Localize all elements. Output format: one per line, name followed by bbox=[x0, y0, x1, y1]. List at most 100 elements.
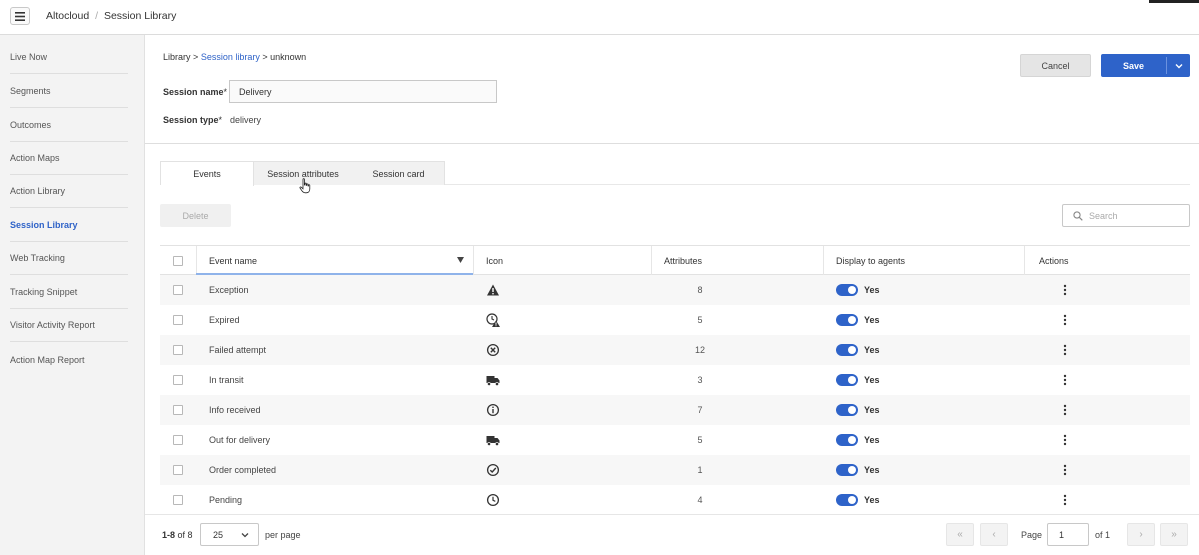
more-actions-icon[interactable] bbox=[1060, 493, 1070, 507]
attributes-count: 8 bbox=[697, 285, 703, 295]
section-divider bbox=[145, 143, 1199, 144]
display-to-agents-toggle[interactable] bbox=[836, 344, 858, 356]
table-row[interactable]: Exception 8 Yes bbox=[160, 275, 1190, 305]
display-to-agents-toggle[interactable] bbox=[836, 464, 858, 476]
table-row[interactable]: Pending 4 Yes bbox=[160, 485, 1190, 515]
display-to-agents-toggle[interactable] bbox=[836, 404, 858, 416]
tabs-divider bbox=[445, 184, 1190, 185]
tab-events[interactable]: Events bbox=[161, 162, 254, 186]
save-options-dropdown[interactable] bbox=[1167, 54, 1190, 77]
next-page-button[interactable]: › bbox=[1127, 523, 1155, 546]
more-actions-icon[interactable] bbox=[1060, 373, 1070, 387]
more-actions-icon[interactable] bbox=[1060, 343, 1070, 357]
first-page-button[interactable]: « bbox=[946, 523, 974, 546]
table-row[interactable]: Order completed 1 Yes bbox=[160, 455, 1190, 485]
event-name: Out for delivery bbox=[209, 435, 271, 445]
sidebar-item-action-map-report[interactable]: Action Map Report bbox=[10, 343, 128, 376]
row-checkbox[interactable] bbox=[173, 495, 183, 505]
sidebar-item-action-maps[interactable]: Action Maps bbox=[10, 142, 128, 175]
row-checkbox[interactable] bbox=[173, 315, 183, 325]
pagination-range-bold: 1-8 bbox=[162, 530, 176, 540]
sidebar-item-session-library[interactable]: Session Library bbox=[10, 209, 128, 242]
display-to-agents-toggle[interactable] bbox=[836, 374, 858, 386]
app-name[interactable]: Altocloud bbox=[46, 10, 89, 22]
hamburger-icon bbox=[15, 11, 25, 21]
app-breadcrumb-separator: / bbox=[95, 10, 99, 22]
display-to-agents-label: Yes bbox=[864, 495, 880, 505]
per-page-select[interactable]: 25 bbox=[200, 523, 259, 546]
display-to-agents-label: Yes bbox=[864, 315, 880, 325]
breadcrumb-separator: > bbox=[193, 52, 199, 62]
attributes-count: 3 bbox=[697, 375, 703, 385]
display-to-agents-label: Yes bbox=[864, 345, 880, 355]
display-to-agents-label: Yes bbox=[864, 465, 880, 475]
row-checkbox[interactable] bbox=[173, 345, 183, 355]
sidebar-item-segments[interactable]: Segments bbox=[10, 75, 128, 108]
save-button[interactable]: Save bbox=[1101, 54, 1166, 77]
session-name-label-text: Session name bbox=[163, 87, 224, 97]
sidebar-item-tracking-snippet[interactable]: Tracking Snippet bbox=[10, 276, 128, 309]
row-checkbox[interactable] bbox=[173, 375, 183, 385]
display-to-agents-toggle[interactable] bbox=[836, 494, 858, 506]
window-corner-mark bbox=[1149, 0, 1199, 3]
breadcrumb-session-library-link[interactable]: Session library bbox=[201, 52, 260, 62]
event-name: Exception bbox=[209, 285, 249, 295]
search-input[interactable] bbox=[1089, 208, 1185, 223]
clock-warning-icon bbox=[486, 313, 500, 327]
save-button-group: Save bbox=[1101, 54, 1190, 77]
display-to-agents-toggle[interactable] bbox=[836, 284, 858, 296]
display-to-agents-label: Yes bbox=[864, 285, 880, 295]
more-actions-icon[interactable] bbox=[1060, 433, 1070, 447]
sidebar-item-visitor-activity-report[interactable]: Visitor Activity Report bbox=[10, 309, 128, 342]
display-to-agents-toggle[interactable] bbox=[836, 314, 858, 326]
cancel-button[interactable]: Cancel bbox=[1020, 54, 1091, 77]
page-number-input[interactable] bbox=[1047, 523, 1089, 546]
table-row[interactable]: Failed attempt 12 Yes bbox=[160, 335, 1190, 365]
last-page-button[interactable]: » bbox=[1160, 523, 1188, 546]
hamburger-menu-button[interactable] bbox=[10, 7, 30, 25]
display-to-agents-label: Yes bbox=[864, 375, 880, 385]
truck-icon bbox=[486, 376, 500, 386]
attributes-count: 4 bbox=[697, 495, 703, 505]
row-checkbox[interactable] bbox=[173, 435, 183, 445]
table-row[interactable]: Info received 7 Yes bbox=[160, 395, 1190, 425]
table-row[interactable]: In transit 3 Yes bbox=[160, 365, 1190, 395]
sidebar-item-outcomes[interactable]: Outcomes bbox=[10, 109, 128, 142]
more-actions-icon[interactable] bbox=[1060, 313, 1070, 327]
per-page-value: 25 bbox=[213, 530, 224, 540]
column-header-event-name[interactable]: Event name bbox=[196, 246, 473, 275]
display-to-agents-toggle[interactable] bbox=[836, 434, 858, 446]
delete-button[interactable]: Delete bbox=[160, 204, 231, 227]
session-name-input[interactable] bbox=[229, 80, 497, 103]
per-page-label: per page bbox=[265, 530, 301, 540]
sidebar-item-action-library[interactable]: Action Library bbox=[10, 175, 128, 208]
app-breadcrumb: Altocloud / Session Library bbox=[46, 10, 176, 22]
session-name-label: Session name* bbox=[163, 87, 227, 97]
search-icon bbox=[1073, 211, 1083, 221]
row-checkbox[interactable] bbox=[173, 465, 183, 475]
row-checkbox[interactable] bbox=[173, 285, 183, 295]
table-row[interactable]: Expired 5 Yes bbox=[160, 305, 1190, 335]
hand-cursor-icon bbox=[299, 178, 311, 194]
select-all-checkbox[interactable] bbox=[173, 256, 183, 266]
more-actions-icon[interactable] bbox=[1060, 403, 1070, 417]
row-checkbox[interactable] bbox=[173, 405, 183, 415]
event-name: Failed attempt bbox=[209, 345, 267, 355]
event-name: In transit bbox=[209, 375, 244, 385]
event-name: Order completed bbox=[209, 465, 277, 475]
page-count-label: of 1 bbox=[1095, 530, 1111, 540]
tab-session-card[interactable]: Session card bbox=[352, 162, 445, 186]
table-row[interactable]: Out for delivery 5 Yes bbox=[160, 425, 1190, 455]
attributes-count: 5 bbox=[697, 435, 703, 445]
sidebar: Live Now Segments Outcomes Action Maps A… bbox=[0, 35, 145, 555]
previous-page-button[interactable]: ‹ bbox=[980, 523, 1008, 546]
more-actions-icon[interactable] bbox=[1060, 283, 1070, 297]
sidebar-item-live-now[interactable]: Live Now bbox=[10, 41, 128, 74]
sort-descending-icon[interactable] bbox=[457, 257, 464, 263]
footer-divider bbox=[145, 514, 1199, 515]
info-icon bbox=[486, 403, 500, 417]
more-actions-icon[interactable] bbox=[1060, 463, 1070, 477]
warning-icon bbox=[487, 284, 499, 296]
sidebar-item-web-tracking[interactable]: Web Tracking bbox=[10, 242, 128, 275]
pagination-range: 1-8 of 8 bbox=[162, 530, 193, 540]
